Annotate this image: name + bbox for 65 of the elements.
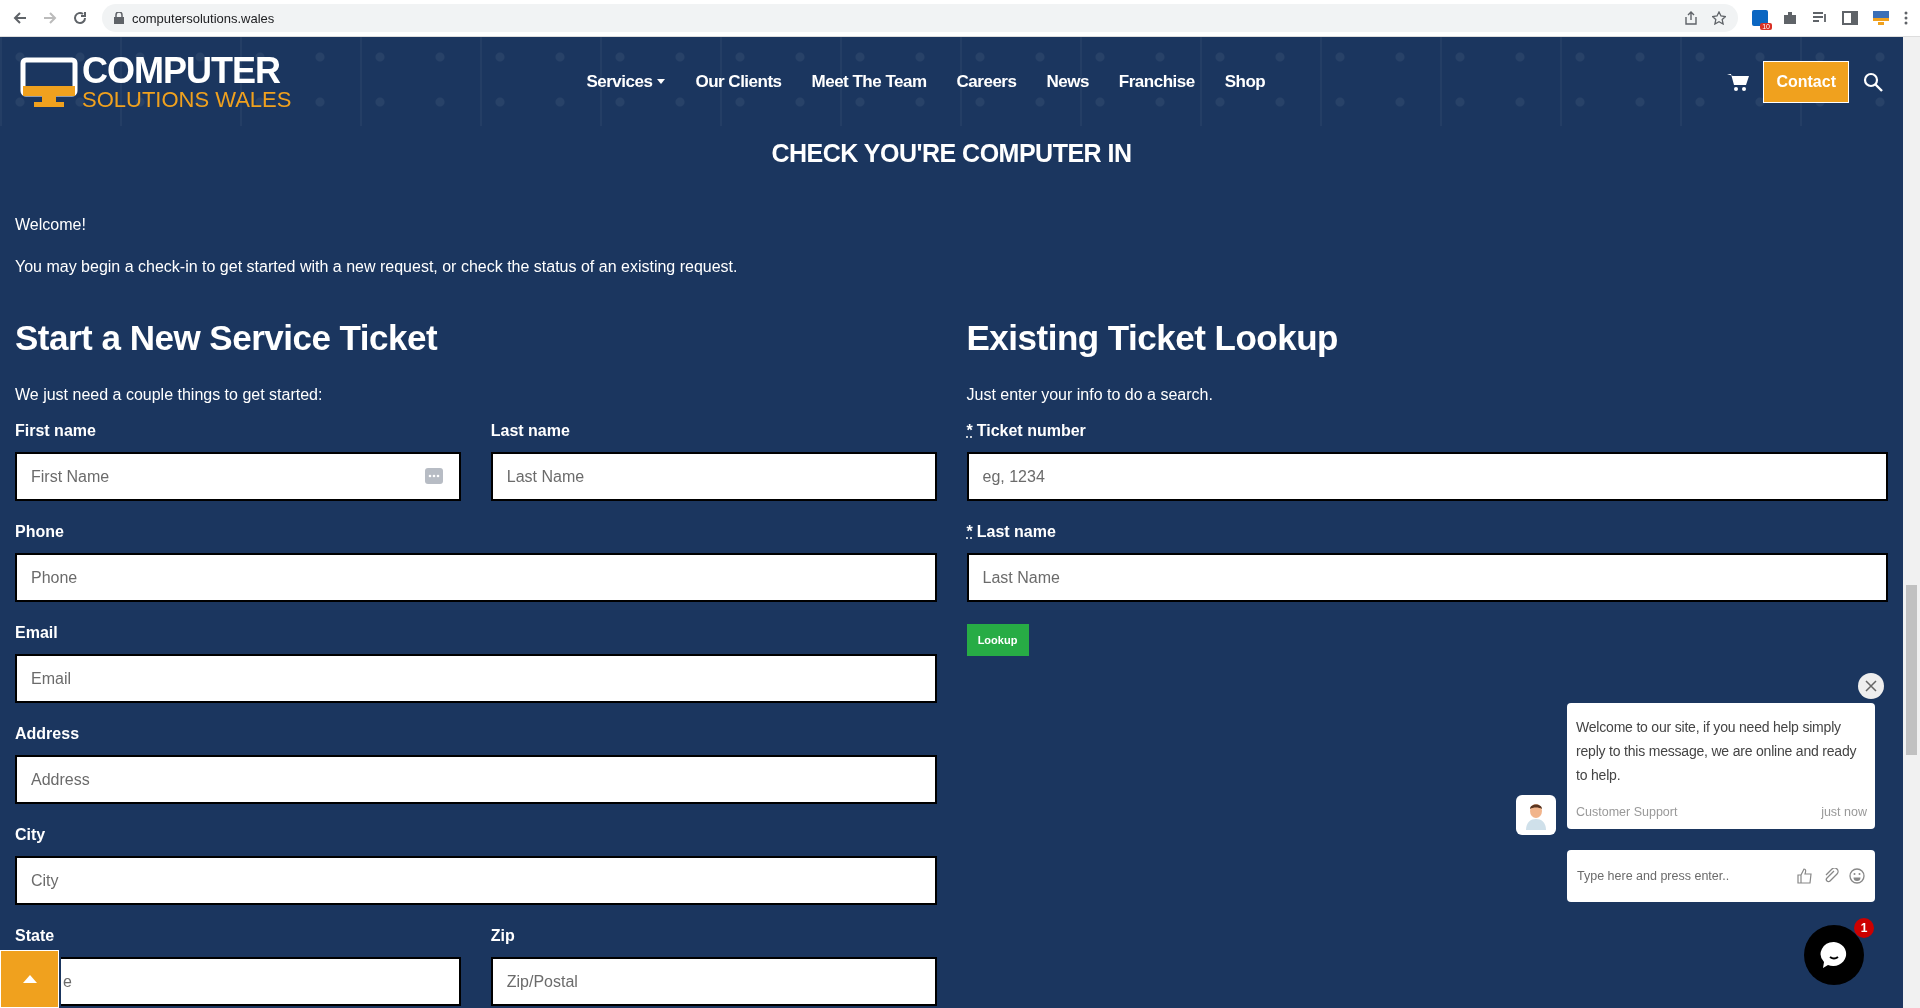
sender-name: Customer Support xyxy=(1576,805,1678,819)
nav-link[interactable]: Careers xyxy=(956,71,1017,92)
monitor-logo-icon xyxy=(20,55,78,108)
more-icon xyxy=(1904,10,1908,26)
back-icon xyxy=(12,10,28,26)
sidepanel-icon xyxy=(1842,10,1858,26)
arrow-up-icon xyxy=(22,975,37,983)
required-mark: * xyxy=(966,422,973,440)
forward-icon xyxy=(42,10,58,26)
field-label: State xyxy=(15,927,55,945)
nav-link[interactable]: News xyxy=(1046,71,1089,92)
section-subtitle: We just need a couple things to get started: xyxy=(15,386,324,404)
section-subtitle: Just enter your info to do a search. xyxy=(966,386,1214,404)
input-field[interactable]: eg, 1234 xyxy=(966,452,1888,501)
input-field[interactable]: Email xyxy=(15,654,937,703)
cart-icon xyxy=(1727,71,1750,92)
page-title: CHECK YOU'RE COMPUTER IN xyxy=(770,138,1133,168)
nav-link[interactable]: Meet The Team xyxy=(811,71,927,92)
input-field[interactable]: Last Name xyxy=(490,452,937,501)
input-field[interactable]: First Name xyxy=(15,452,461,501)
paperclip-icon xyxy=(1823,868,1839,884)
field-label: Ticket number xyxy=(976,422,1086,440)
input-field[interactable]: e xyxy=(61,957,461,1006)
field-label: Last name xyxy=(976,523,1056,541)
field-label: Email xyxy=(15,624,58,642)
input-field[interactable]: City xyxy=(15,856,937,905)
scrollbar[interactable] xyxy=(1903,37,1920,1008)
logo-subtext: SOLUTIONS WALES xyxy=(82,88,292,111)
input-field[interactable]: Last Name xyxy=(966,553,1888,602)
input-field[interactable]: Address xyxy=(15,755,937,804)
thumbs-up-icon xyxy=(1797,868,1813,884)
section-heading: Existing Ticket Lookup xyxy=(966,318,1339,358)
nav-link[interactable]: Shop xyxy=(1224,71,1266,92)
monitor-icon xyxy=(1872,10,1890,26)
section-heading: Start a New Service Ticket xyxy=(15,318,439,358)
reload-icon xyxy=(72,10,88,26)
extension-icon xyxy=(1752,10,1768,26)
search-icon[interactable] xyxy=(1863,71,1883,92)
input-field[interactable]: Phone xyxy=(15,553,937,602)
field-label: Zip xyxy=(490,927,515,945)
field-label: City xyxy=(15,826,46,844)
required-mark: * xyxy=(966,523,973,541)
input-field[interactable]: Zip/Postal xyxy=(490,957,937,1006)
close-button[interactable] xyxy=(1858,673,1884,699)
field-label: Address xyxy=(15,725,80,743)
nav-link[interactable]: Franchise xyxy=(1118,71,1195,92)
smiley-icon xyxy=(1849,868,1865,884)
field-label: Last name xyxy=(490,422,570,440)
url-text[interactable]: computersolutions.wales xyxy=(132,10,275,26)
speech-bubble-icon xyxy=(1819,940,1849,970)
message-time: just now xyxy=(1821,805,1867,819)
close-icon xyxy=(1865,680,1877,692)
unread-badge: 1 xyxy=(1854,918,1874,938)
lock-icon xyxy=(114,12,124,24)
nav-link[interactable]: Services xyxy=(586,71,666,92)
nav-link[interactable]: Our Clients xyxy=(695,71,782,92)
intro-text: You may begin a check-in to get started with a new request, or check the status of an existing request. xyxy=(15,258,739,276)
field-label: First name xyxy=(15,422,96,440)
chat-message: Welcome to our site, if you need help simply reply to this message, we are online and ready to help. xyxy=(1576,718,1858,785)
field-label: Phone xyxy=(15,523,64,541)
welcome-text: Welcome! xyxy=(15,216,87,234)
chat-input[interactable]: Type here and press enter.. xyxy=(1577,869,1787,883)
logo-text: COMPUTER xyxy=(82,52,281,89)
star-icon xyxy=(1712,11,1726,25)
share-icon xyxy=(1684,11,1698,25)
